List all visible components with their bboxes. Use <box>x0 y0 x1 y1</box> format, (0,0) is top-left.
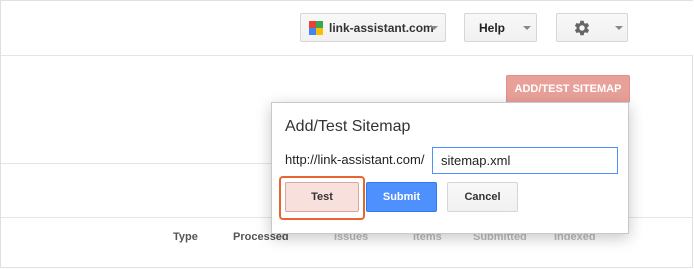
link-assistant-logo-icon <box>309 20 323 35</box>
gear-icon <box>574 20 590 35</box>
chevron-down-icon <box>430 26 438 30</box>
help-label: Help <box>479 20 506 35</box>
top-bar: link-assistant.com Help <box>1 1 693 56</box>
site-selector-label: link-assistant.com <box>329 20 434 35</box>
column-header-type: Type <box>173 231 198 243</box>
chevron-down-icon <box>615 26 623 30</box>
submit-button[interactable]: Submit <box>366 182 437 212</box>
help-button[interactable]: Help <box>464 13 537 42</box>
add-test-sitemap-button[interactable]: ADD/TEST SITEMAP <box>506 75 630 103</box>
test-button[interactable]: Test <box>285 182 359 212</box>
cancel-button[interactable]: Cancel <box>447 182 518 212</box>
chevron-down-icon <box>523 26 531 30</box>
site-selector-dropdown[interactable]: link-assistant.com <box>300 13 446 42</box>
divider <box>1 163 276 164</box>
url-prefix: http://link-assistant.com/ <box>285 152 425 167</box>
webmaster-tools-window: link-assistant.com Help ADD/TEST SITEMAP… <box>0 0 693 268</box>
dialog-title: Add/Test Sitemap <box>285 118 411 135</box>
add-test-sitemap-dialog: Add/Test Sitemap http://link-assistant.c… <box>271 102 629 234</box>
sitemap-url-input[interactable] <box>432 147 618 174</box>
settings-button[interactable] <box>556 13 628 42</box>
